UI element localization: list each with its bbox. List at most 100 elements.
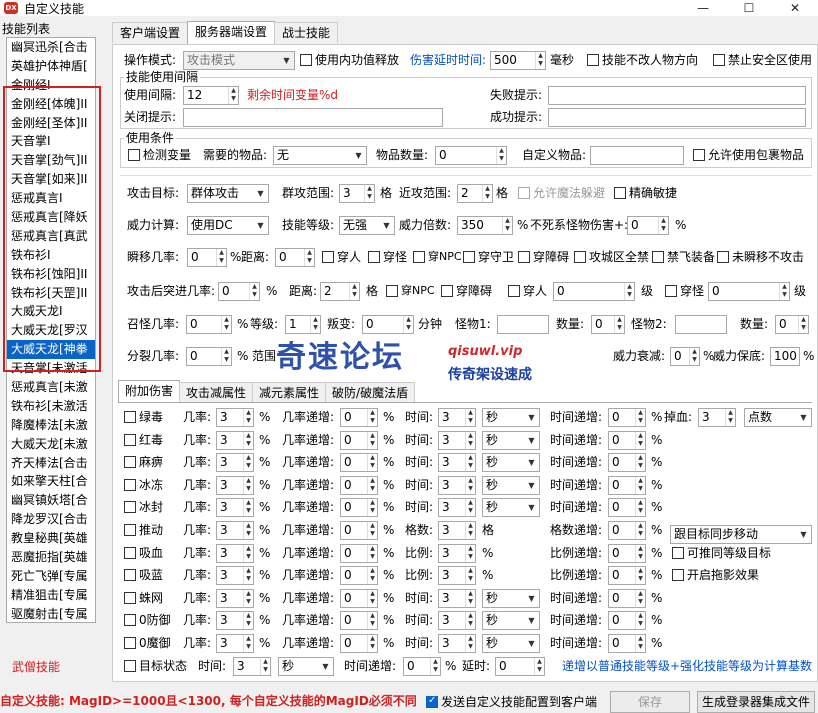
split-floor-input[interactable]: 100 — [770, 347, 800, 366]
need-item-select[interactable]: 无 ▼ — [273, 146, 367, 165]
tab-break-defense[interactable]: 破防/破魔法盾 — [325, 382, 416, 402]
tp-through-monster-checkbox[interactable] — [368, 251, 380, 263]
effect-time-inc-input[interactable]: 0 ▲ ▼ — [608, 521, 646, 540]
magic-dodge-checkbox[interactable] — [518, 187, 530, 199]
charge-through-player-checkbox[interactable] — [508, 285, 520, 297]
skill-list-item[interactable]: 金刚经[圣体]II — [7, 114, 95, 133]
effect-time-input[interactable]: 3 ▲ ▼ — [438, 453, 476, 473]
effect-rate-inc-input[interactable]: 0 ▲ ▼ — [340, 453, 378, 473]
skill-list-item[interactable]: 大威天龙I — [7, 302, 95, 321]
item-qty-input[interactable]: 0 ▲ ▼ — [435, 146, 507, 165]
charge-dist-input[interactable]: 2 ▲ ▼ — [320, 282, 360, 301]
effect-time-inc-input[interactable]: 0 ▲ ▼ — [608, 543, 646, 563]
effect-rate-inc-input[interactable]: 0 ▲ ▼ — [340, 475, 378, 495]
teleport-dist-input[interactable]: 0 ▲ ▼ — [275, 248, 315, 267]
custom-item-input[interactable] — [590, 146, 684, 165]
skill-list[interactable]: 幽冥迅杀[合击 英雄护体神盾[金刚经I 金刚经[体魄]II 金刚经[圣体]II 天音掌I… — [6, 37, 96, 623]
tab-reduce-attr[interactable]: 攻击减属性 — [179, 382, 254, 402]
skill-list-item[interactable]: 惩戒真言I — [7, 189, 95, 208]
delay-input[interactable]: 500 ▲ ▼ — [490, 51, 546, 70]
effect-checkbox[interactable] — [124, 569, 136, 582]
effect-time-unit-select[interactable]: 秒 ▼ — [482, 498, 540, 518]
effect-time-inc-input[interactable]: 0 ▲ ▼ — [608, 498, 646, 518]
effect-rate-input[interactable]: 3 ▲ ▼ — [216, 634, 254, 653]
monster2-qty-input[interactable]: 0 ▲ ▼ — [775, 315, 809, 334]
skill-list-item[interactable]: 铁布衫[蚀阳]II — [7, 265, 95, 284]
skill-list-item[interactable]: 大威天龙[未激 — [7, 435, 95, 454]
skill-list-scrollbar[interactable] — [96, 37, 108, 623]
summon-mutate-input[interactable]: 0 ▲ ▼ — [362, 315, 414, 334]
skill-list-item[interactable]: 驱魔射击[专属 — [7, 605, 95, 622]
skill-list-item[interactable]: 铁布衫I — [7, 246, 95, 265]
effect-time-inc-input[interactable]: 0 ▲ ▼ — [608, 588, 646, 608]
effect-rate-inc-input[interactable]: 0 ▲ ▼ — [340, 634, 378, 653]
effect-time-unit-select[interactable]: 秒 ▼ — [482, 475, 540, 495]
skill-list-item[interactable]: 幽冥迅杀[合击 — [7, 38, 95, 57]
tp-through-obstacle-checkbox[interactable] — [518, 251, 530, 263]
skill-list-item[interactable]: 铁布衫[未激活 — [7, 397, 95, 416]
effect-time-inc-input[interactable]: 0 ▲ ▼ — [608, 408, 646, 427]
skill-list-item[interactable]: 恶魔扼指[英雄 — [7, 548, 95, 567]
no-safe-checkbox[interactable] — [713, 54, 725, 66]
skill-list-item[interactable]: 死亡飞弹[专属 — [7, 567, 95, 586]
charge-through-obstacle-checkbox[interactable] — [441, 285, 453, 297]
skill-list-item[interactable]: 教皇秘典[英雄 — [7, 529, 95, 548]
save-button[interactable]: 保存 — [610, 691, 690, 713]
tp-no-attack-checkbox[interactable] — [717, 251, 729, 263]
power-mult-input[interactable]: 350 ▲ ▼ — [457, 216, 513, 235]
generate-launcher-button[interactable]: 生成登录器集成文件 — [697, 691, 815, 713]
effect-rate-inc-input[interactable]: 0 ▲ ▼ — [340, 566, 378, 586]
target-state-inc-input[interactable]: 0 ▲ ▼ — [403, 657, 441, 676]
effect-rate-inc-input[interactable]: 0 ▲ ▼ — [340, 521, 378, 540]
effect-rate-input[interactable]: 3 ▲ ▼ — [216, 475, 254, 495]
skill-list-item[interactable]: 天音掌[劲气]II — [7, 151, 95, 170]
tp-through-guard-checkbox[interactable] — [463, 251, 475, 263]
bleed-input[interactable]: 3 ▲ ▼ — [698, 408, 736, 427]
target-state-time-input[interactable]: 3 ▲ ▼ — [233, 657, 271, 676]
effect-rate-input[interactable]: 3 ▲ ▼ — [216, 566, 254, 586]
effect-option-checkbox[interactable] — [672, 569, 684, 582]
effect-time-unit-select[interactable]: 秒 ▼ — [482, 430, 540, 450]
effect-time-inc-input[interactable]: 0 ▲ ▼ — [608, 634, 646, 653]
group-range-input[interactable]: 3 ▲ ▼ — [339, 184, 375, 203]
tab-reduce-element[interactable]: 减元素属性 — [252, 382, 327, 402]
target-select[interactable]: 群体攻击 ▼ — [187, 184, 269, 203]
effect-checkbox[interactable] — [124, 501, 136, 514]
effect-rate-input[interactable]: 3 ▲ ▼ — [216, 543, 254, 563]
effect-time-input[interactable]: 3 ▲ ▼ — [438, 543, 476, 563]
effect-rate-inc-input[interactable]: 0 ▲ ▼ — [340, 611, 378, 631]
undead-input[interactable]: 0 ▲ ▼ — [627, 216, 669, 235]
use-interval-input[interactable]: 12 ▲ ▼ — [183, 86, 239, 105]
skill-list-item[interactable]: 天音掌[未激活 — [7, 359, 95, 378]
send-to-client-checkbox[interactable] — [426, 695, 438, 708]
allow-bag-checkbox[interactable] — [693, 149, 705, 161]
skill-list-item[interactable]: 降魔棒法[未激 — [7, 416, 95, 435]
accurate-checkbox[interactable] — [614, 187, 626, 199]
effect-checkbox[interactable] — [124, 546, 136, 559]
charge-player-level-input[interactable]: 0 ▲ ▼ — [553, 282, 635, 301]
effect-time-input[interactable]: 3 ▲ ▼ — [438, 430, 476, 450]
skill-list-item[interactable]: 大威天龙[罗汉 — [7, 321, 95, 340]
effect-time-input[interactable]: 3 ▲ ▼ — [438, 566, 476, 586]
internal-checkbox[interactable] — [300, 54, 312, 66]
tp-no-fly-checkbox[interactable] — [652, 251, 664, 263]
charge-through-monster-checkbox[interactable] — [665, 285, 677, 297]
power-select[interactable]: 使用DC ▼ — [187, 216, 269, 235]
fail-input[interactable] — [548, 86, 806, 105]
target-state-unit-select[interactable]: 秒 ▼ — [278, 657, 334, 676]
skill-list-item[interactable]: 如来擎天柱[合 — [7, 472, 95, 491]
skill-level-select[interactable]: 无强 ▼ — [339, 216, 395, 235]
skill-list-item[interactable]: 幽冥镇妖塔[合 — [7, 491, 95, 510]
summon-rate-input[interactable]: 0 ▲ ▼ — [186, 315, 232, 334]
effect-rate-input[interactable]: 3 ▲ ▼ — [216, 453, 254, 473]
effect-time-input[interactable]: 3 ▲ ▼ — [438, 475, 476, 495]
skill-list-item[interactable]: 英雄护体神盾[ — [7, 57, 95, 76]
effect-checkbox[interactable] — [124, 411, 136, 423]
effect-checkbox[interactable] — [124, 478, 136, 491]
effect-time-unit-select[interactable]: 秒 ▼ — [482, 408, 540, 427]
effect-time-input[interactable]: 3 ▲ ▼ — [438, 611, 476, 631]
no-turn-checkbox[interactable] — [587, 54, 599, 66]
split-decay-input[interactable]: 0 ▲ ▼ — [670, 347, 700, 366]
effect-checkbox[interactable] — [124, 637, 136, 649]
effect-time-input[interactable]: 3 ▲ ▼ — [438, 634, 476, 653]
